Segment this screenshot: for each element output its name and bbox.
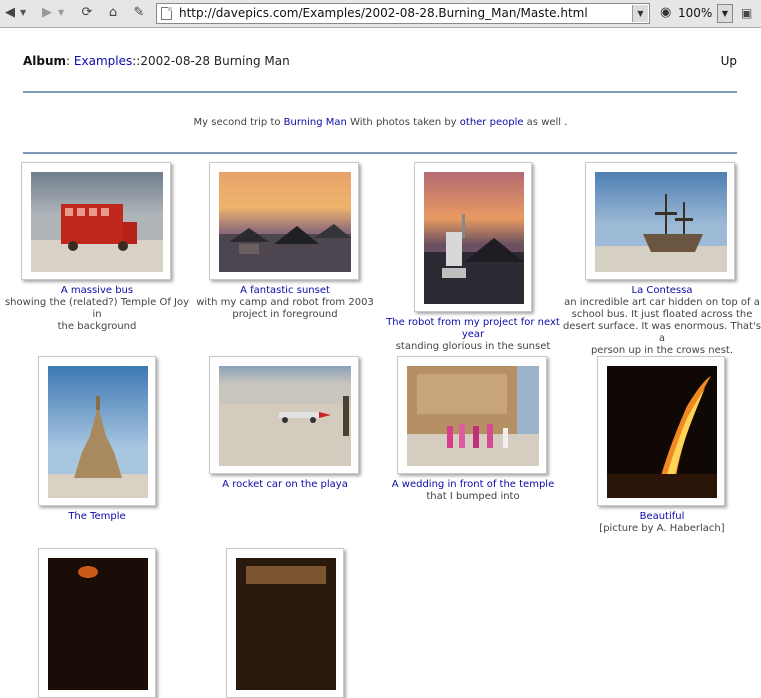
- photo-title-temple[interactable]: The Temple: [0, 511, 194, 523]
- photo-title-fantastic-sunset[interactable]: A fantastic sunset: [186, 285, 384, 297]
- divider-bottom: [23, 152, 737, 154]
- thumbnail-fantastic-sunset[interactable]: [209, 162, 359, 280]
- caption-line: showing the (related?) Temple Of Joy in: [4, 297, 190, 320]
- thumbnail-beautiful[interactable]: [597, 356, 725, 506]
- home-icon[interactable]: ⌂: [104, 4, 122, 22]
- photo-title-massive-bus[interactable]: A massive bus: [0, 285, 194, 297]
- bookmark-icon[interactable]: ✎: [130, 4, 148, 22]
- caption-line: an incredible art car hidden on top of a: [564, 297, 760, 308]
- photo-night-2: [236, 558, 336, 690]
- album-breadcrumb: Album: Examples::2002-08-28 Burning Man: [23, 53, 290, 69]
- caption-temple: The Temple: [0, 511, 194, 523]
- caption-line: with my camp and robot from 2003: [196, 297, 374, 308]
- album-name: 2002-08-28 Burning Man: [140, 54, 290, 68]
- photo-fantastic-sunset: [219, 172, 351, 272]
- thumbnail-robot[interactable]: [414, 162, 532, 312]
- album-description: My second trip to Burning Man With photo…: [0, 116, 761, 130]
- url-bar[interactable]: http://davepics.com/Examples/2002-08-28.…: [156, 3, 650, 24]
- caption-line: desert surface. It was enormous. That's …: [563, 321, 761, 344]
- caption-robot: The robot from my project for next year …: [378, 317, 568, 353]
- photo-title-robot[interactable]: The robot from my project for next year: [378, 317, 568, 341]
- caption-line: school bus. It just floated across the: [571, 309, 753, 320]
- zoom-level: 100%: [678, 6, 713, 20]
- thumbnail-temple[interactable]: [38, 356, 156, 506]
- photo-title-beautiful[interactable]: Beautiful: [562, 511, 761, 523]
- thumbnail-night-1[interactable]: [38, 548, 156, 698]
- url-dropdown-icon[interactable]: ▼: [632, 5, 648, 22]
- other-people-link[interactable]: other people: [460, 117, 524, 128]
- burning-man-link[interactable]: Burning Man: [284, 117, 347, 128]
- forward-history-dropdown-icon[interactable]: ▼: [58, 4, 64, 22]
- photo-title-wedding[interactable]: A wedding in front of the temple: [374, 479, 572, 491]
- forward-icon[interactable]: ▶: [40, 4, 54, 22]
- photo-beautiful: [607, 366, 717, 498]
- photo-massive-bus: [31, 172, 163, 272]
- caption-beautiful: Beautiful [picture by A. Haberlach]: [562, 511, 761, 535]
- caption-wedding: A wedding in front of the temple that I …: [374, 479, 572, 503]
- caption-massive-bus: A massive bus showing the (related?) Tem…: [0, 285, 194, 333]
- eye-icon: ◉: [660, 5, 672, 20]
- photo-temple: [48, 366, 148, 498]
- caption-line: that I bumped into: [426, 491, 520, 502]
- photo-title-rocket-car[interactable]: A rocket car on the playa: [186, 479, 384, 491]
- photo-robot: [424, 172, 524, 304]
- photo-night-1: [48, 558, 148, 690]
- url-text[interactable]: http://davepics.com/Examples/2002-08-28.…: [179, 4, 588, 23]
- caption-fantastic-sunset: A fantastic sunset with my camp and robo…: [186, 285, 384, 321]
- thumbnail-wedding[interactable]: [397, 356, 547, 474]
- photo-rocket-car: [219, 366, 351, 466]
- thumbnail-night-2[interactable]: [226, 548, 344, 698]
- photo-title-la-contessa[interactable]: La Contessa: [562, 285, 761, 297]
- page-icon: [161, 7, 172, 20]
- thumbnail-massive-bus[interactable]: [21, 162, 171, 280]
- zoom-dropdown-icon[interactable]: ▼: [717, 4, 733, 23]
- caption-line: [picture by A. Haberlach]: [599, 523, 725, 534]
- period-link[interactable]: .: [564, 117, 567, 128]
- caption-la-contessa: La Contessa an incredible art car hidden…: [562, 285, 761, 357]
- description-text-3: as well: [523, 117, 565, 128]
- photo-la-contessa: [595, 172, 727, 272]
- caption-line: project in foreground: [232, 309, 338, 320]
- reload-icon[interactable]: ⟳: [79, 4, 95, 22]
- description-text-1: My second trip to: [193, 117, 284, 128]
- album-separator: :: [66, 54, 74, 68]
- camera-icon[interactable]: ▣: [741, 5, 752, 21]
- description-text-2: With photos taken by: [346, 117, 460, 128]
- photo-wedding: [407, 366, 539, 466]
- thumbnail-rocket-car[interactable]: [209, 356, 359, 474]
- back-icon[interactable]: ◀: [3, 4, 17, 22]
- caption-line: standing glorious in the sunset: [395, 341, 551, 352]
- album-label: Album: [23, 54, 67, 68]
- browser-toolbar: ◀ ▼ ▶ ▼ ⟳ ⌂ ✎ http://davepics.com/Exampl…: [0, 0, 761, 28]
- caption-rocket-car: A rocket car on the playa: [186, 479, 384, 491]
- thumbnail-la-contessa[interactable]: [585, 162, 735, 280]
- caption-line: the background: [57, 321, 137, 332]
- back-history-dropdown-icon[interactable]: ▼: [20, 4, 26, 22]
- up-link[interactable]: Up: [721, 53, 737, 69]
- examples-link[interactable]: Examples: [74, 54, 132, 68]
- divider-top: [23, 91, 737, 93]
